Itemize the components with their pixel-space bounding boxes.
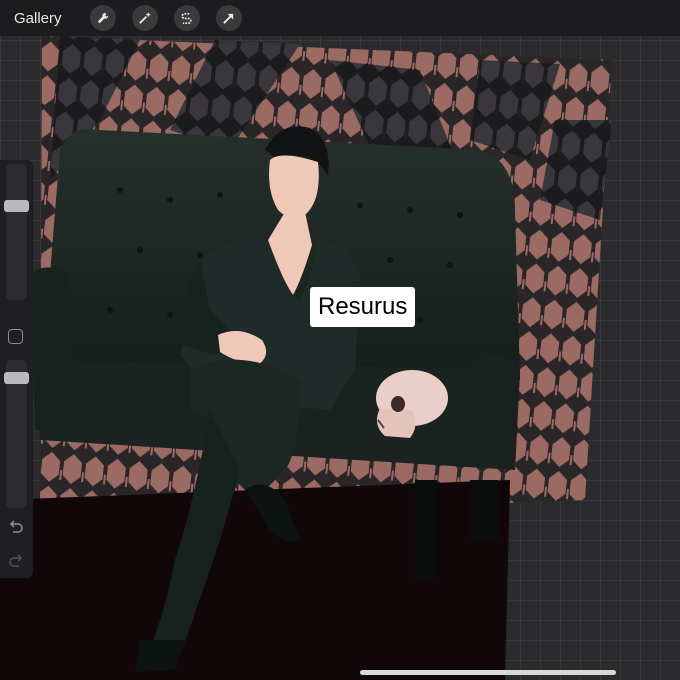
top-toolbar: Gallery — [0, 0, 680, 36]
square-icon[interactable] — [8, 329, 23, 344]
brush-size-handle[interactable] — [4, 200, 29, 212]
magic-wand-icon[interactable] — [131, 5, 158, 31]
selection-s-icon[interactable] — [173, 5, 200, 31]
artwork-illustration — [0, 36, 612, 680]
brush-sidebar — [0, 160, 33, 578]
undo-icon[interactable] — [7, 518, 25, 536]
drawing-canvas[interactable] — [0, 36, 680, 680]
redo-icon[interactable] — [7, 552, 25, 570]
wrench-icon[interactable] — [89, 5, 116, 31]
gallery-button[interactable]: Gallery — [14, 10, 62, 27]
brush-size-slider[interactable] — [6, 164, 27, 300]
transform-arrow-icon[interactable] — [215, 5, 242, 31]
opacity-handle[interactable] — [4, 372, 29, 384]
home-indicator[interactable] — [360, 670, 616, 675]
artwork-text-label[interactable]: Resurus — [310, 287, 416, 327]
